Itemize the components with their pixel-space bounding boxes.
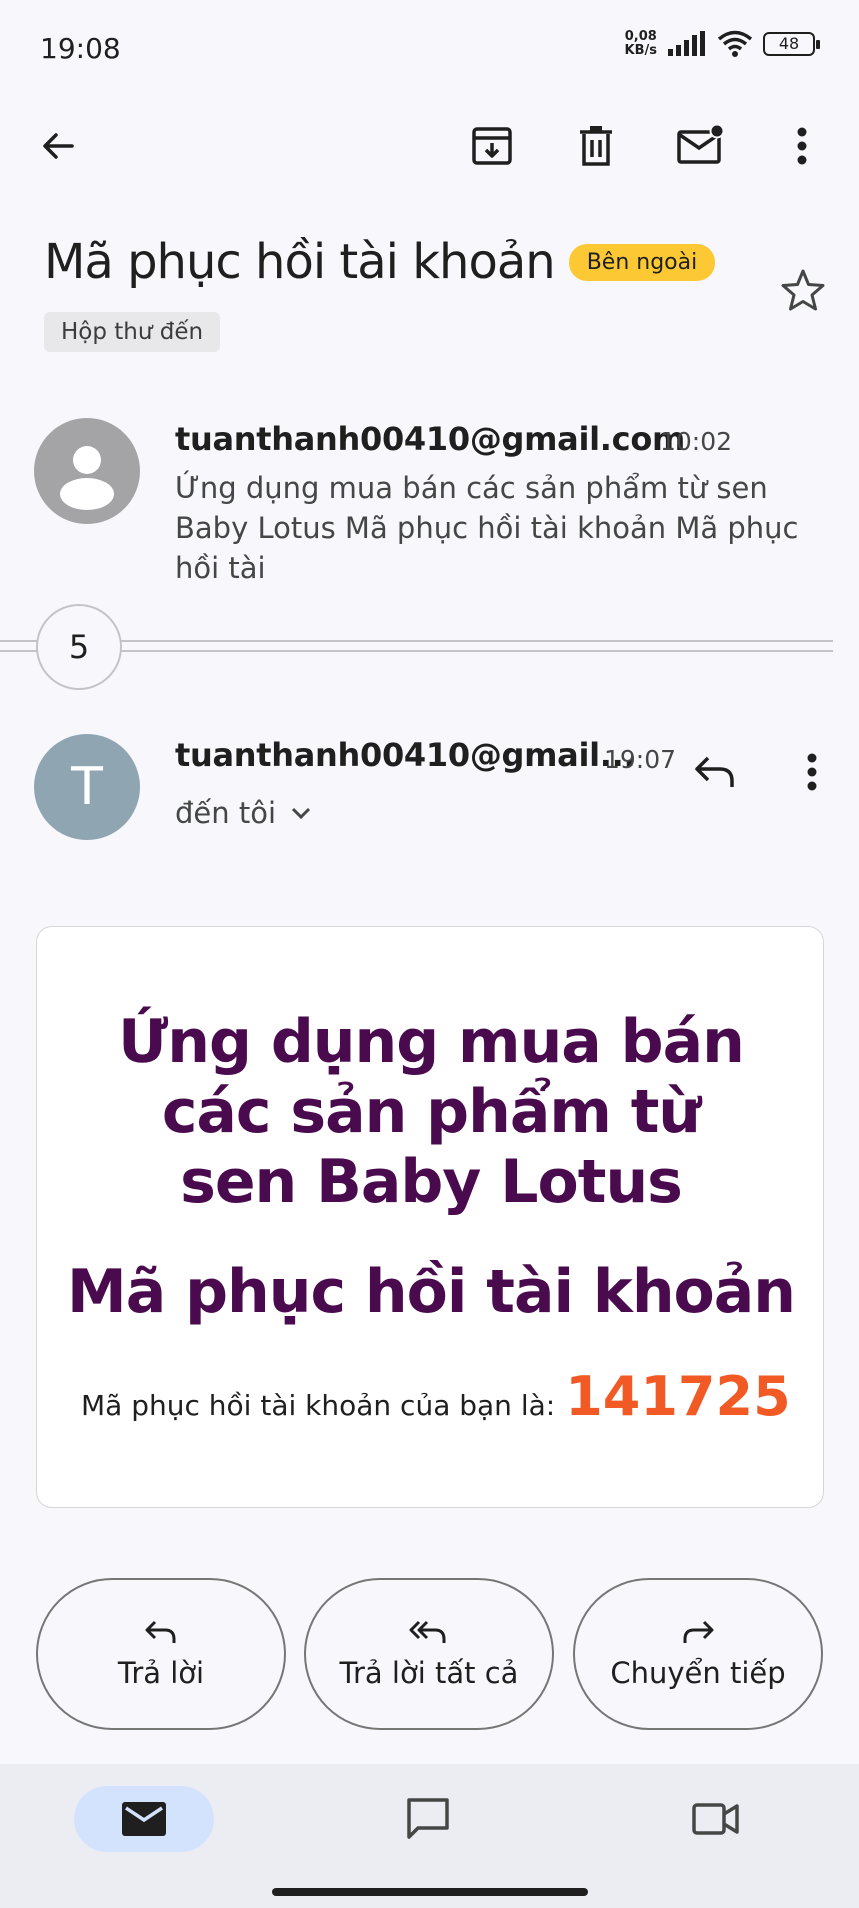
reply-icon [145, 1620, 176, 1643]
reply-all-label: Trả lời tất cả [339, 1656, 519, 1690]
external-badge: Bên ngoài [568, 243, 716, 281]
signal-icon [668, 31, 705, 56]
nav-mail[interactable] [74, 1786, 214, 1852]
status-bar: 19:08 0,08 KB/s 48 [0, 0, 859, 100]
email-subject: Mã phục hồi tài khoản [44, 234, 556, 290]
delete-icon[interactable] [568, 118, 624, 174]
wifi-icon [717, 30, 753, 57]
message-more-icon[interactable] [792, 752, 832, 797]
more-vert-icon[interactable] [774, 118, 830, 174]
expanded-time: 19:07 [604, 745, 677, 774]
email-body-card: Ứng dụng mua bán các sản phẩm từ sen Bab… [36, 926, 824, 1508]
recipient-label: đến tôi [175, 796, 277, 830]
body-subtitle: Mã phục hồi tài khoản [67, 1257, 796, 1327]
meet-icon [692, 1803, 739, 1835]
code-label: Mã phục hồi tài khoản của bạn là: [81, 1389, 556, 1422]
mail-icon [122, 1802, 166, 1836]
network-speed-value: 0,08 [624, 29, 657, 44]
divider-line-top [0, 640, 833, 642]
network-speed-unit: KB/s [624, 43, 657, 58]
home-indicator[interactable] [272, 1888, 588, 1896]
folder-label[interactable]: Hộp thư đến [44, 312, 221, 352]
reply-button[interactable]: Trả lời [36, 1578, 286, 1730]
chevron-down-icon [291, 807, 311, 820]
nav-chat[interactable] [392, 1786, 464, 1852]
chat-icon [407, 1798, 449, 1839]
collapsed-snippet[interactable]: Ứng dụng mua bán các sản phẩm từ sen Bab… [175, 468, 835, 588]
recovery-code: 141725 [565, 1365, 791, 1428]
collapsed-sender[interactable]: tuanthanh00410@gmail.com [175, 420, 685, 458]
nav-meet[interactable] [680, 1786, 752, 1852]
toolbar [0, 100, 859, 190]
avatar [34, 418, 140, 524]
subject-row: Mã phục hồi tài khoản Bên ngoài [44, 234, 716, 290]
collapsed-time: 10:02 [660, 427, 733, 456]
avatar: T [34, 734, 140, 840]
star-icon[interactable] [780, 268, 826, 317]
status-icons: 0,08 KB/s 48 [625, 30, 820, 58]
expanded-sender[interactable]: tuanthanh00410@gmail... [175, 736, 636, 774]
network-speed: 0,08 KB/s [625, 30, 657, 58]
recipient-toggle[interactable]: đến tôi [175, 796, 312, 830]
body-title: Ứng dụng mua bán các sản phẩm từ sen Bab… [118, 1007, 745, 1217]
archive-icon[interactable] [464, 118, 520, 174]
mark-unread-icon[interactable] [672, 118, 728, 174]
battery-indicator: 48 [763, 32, 820, 56]
divider-line-bottom [0, 650, 833, 652]
forward-label: Chuyển tiếp [610, 1656, 786, 1690]
reply-icon[interactable] [692, 752, 738, 797]
person-icon [60, 446, 114, 510]
reply-label: Trả lời [117, 1656, 205, 1690]
code-row: Mã phục hồi tài khoản của bạn là: 141725 [81, 1365, 791, 1428]
back-arrow-icon[interactable] [30, 118, 86, 174]
reply-all-button[interactable]: Trả lời tất cả [304, 1578, 554, 1730]
hidden-messages-count[interactable]: 5 [36, 604, 122, 690]
bottom-nav [0, 1764, 859, 1908]
forward-button[interactable]: Chuyển tiếp [573, 1578, 823, 1730]
reply-all-icon [409, 1620, 446, 1643]
status-time: 19:08 [40, 32, 121, 65]
forward-icon [683, 1620, 714, 1643]
